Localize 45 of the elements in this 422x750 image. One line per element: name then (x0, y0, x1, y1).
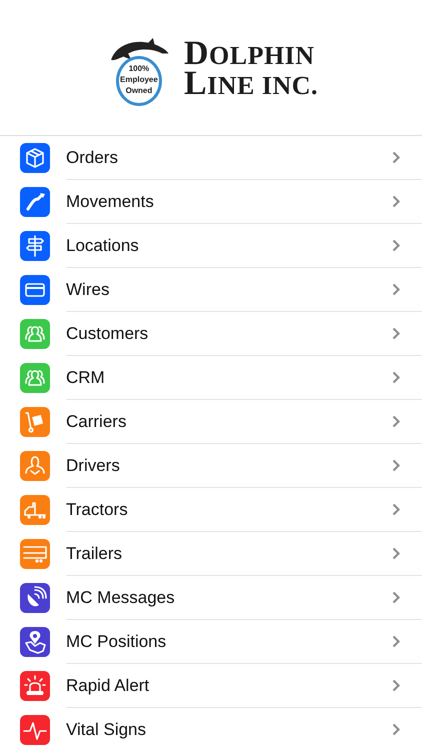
menu-item[interactable]: Vital Signs (0, 708, 422, 750)
menu-item[interactable]: Tractors (0, 488, 422, 532)
chevron-icon (392, 283, 400, 296)
chevron-icon (392, 679, 400, 692)
menu-label: Rapid Alert (66, 676, 150, 696)
menu-item[interactable]: MC Messages (0, 576, 422, 620)
chevron-icon (392, 635, 400, 648)
menu-item[interactable]: Drivers (0, 444, 422, 488)
menu-label: Tractors (66, 500, 128, 520)
chevron-icon (392, 151, 400, 164)
menu-label: CRM (66, 368, 105, 388)
chevron-icon (392, 195, 400, 208)
chevron-icon (392, 547, 400, 560)
chevron-icon (392, 723, 400, 736)
menu-item[interactable]: Orders (0, 136, 422, 180)
chevron-icon (392, 459, 400, 472)
chevron-icon (392, 371, 400, 384)
menu-item[interactable]: Carriers (0, 400, 422, 444)
menu-item[interactable]: Customers (0, 312, 422, 356)
logo-text: LINE INC. (184, 70, 318, 100)
chevron-icon (392, 239, 400, 252)
menu-label: Customers (66, 324, 148, 344)
chevron-icon (392, 503, 400, 516)
menu-label: Carriers (66, 412, 126, 432)
menu-label: Vital Signs (66, 720, 146, 740)
menu-item[interactable]: MC Positions (0, 620, 422, 664)
menu-item[interactable]: Locations (0, 224, 422, 268)
menu-item[interactable]: CRM (0, 356, 422, 400)
menu-label: MC Messages (66, 588, 175, 608)
chevron-icon (392, 591, 400, 604)
menu-label: Movements (66, 192, 154, 212)
menu-label: Orders (66, 148, 118, 168)
logo-text: DOLPHIN (184, 40, 316, 70)
menu-item[interactable]: Rapid Alert (0, 664, 422, 708)
menu-item[interactable]: Movements (0, 180, 422, 224)
menu-label: Trailers (66, 544, 122, 564)
logo-badge: 100% Employee Owned (108, 36, 180, 106)
menu-item[interactable]: Trailers (0, 532, 422, 576)
menu-label: Wires (66, 280, 110, 300)
menu-label: Locations (66, 236, 139, 256)
menu-item[interactable]: Wires (0, 268, 422, 312)
menu-label: MC Positions (66, 632, 166, 652)
menu-label: Drivers (66, 456, 120, 476)
chevron-icon (392, 415, 400, 428)
chevron-icon (392, 327, 400, 340)
